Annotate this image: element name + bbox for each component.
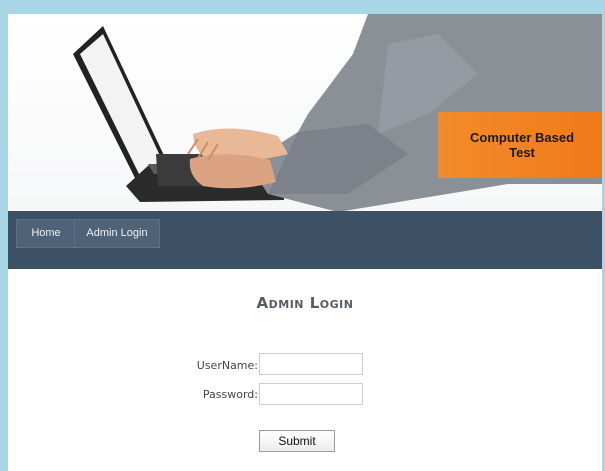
- password-field[interactable]: [259, 383, 363, 405]
- header-banner: Computer Based Test: [8, 14, 602, 211]
- password-label: Password:: [202, 388, 258, 401]
- brand-title: Computer Based Test: [469, 130, 575, 160]
- username-field[interactable]: [259, 353, 363, 375]
- page-frame: Computer Based Test Home Admin Login Adm…: [8, 14, 602, 471]
- page-title: Admin Login: [256, 294, 354, 312]
- submit-button[interactable]: Submit: [259, 430, 335, 452]
- nav-home-link[interactable]: Home: [16, 219, 76, 248]
- nav-admin-login-link[interactable]: Admin Login: [74, 219, 160, 248]
- top-navigation: Home Admin Login: [8, 211, 602, 269]
- brand-badge: Computer Based Test: [438, 112, 602, 178]
- username-label: UserName:: [196, 359, 258, 372]
